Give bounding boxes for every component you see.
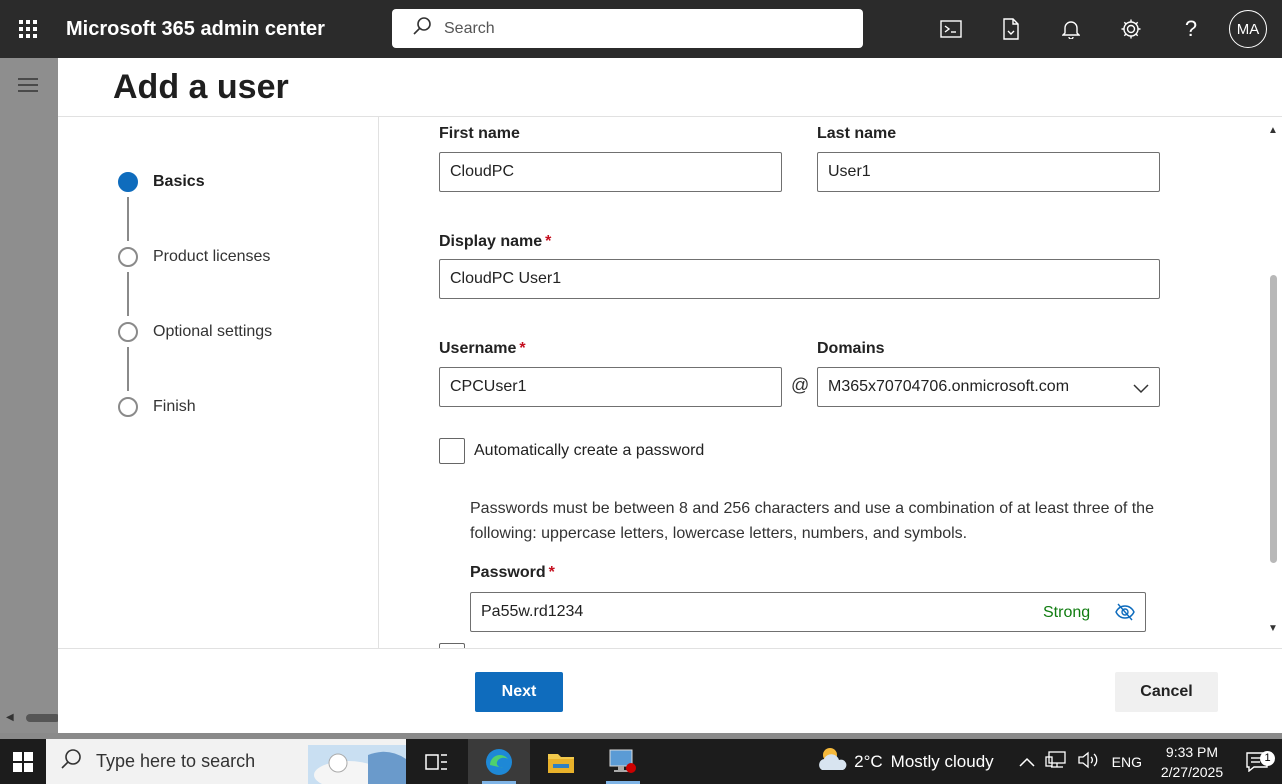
step-connector <box>127 272 129 316</box>
step-indicator <box>118 247 138 267</box>
search-input[interactable]: Search <box>444 20 495 38</box>
display-name-label: Display name * <box>439 233 551 251</box>
add-user-panel: Add a user Basics Product licenses Optio… <box>58 58 1282 733</box>
left-rail: ◀ <box>0 58 60 733</box>
help-icon[interactable]: ? <box>1161 0 1221 58</box>
step-connector <box>127 347 129 391</box>
top-header: Microsoft 365 admin center Search ? MA <box>0 0 1282 58</box>
wizard-steps: Basics Product licenses Optional setting… <box>58 117 379 648</box>
domains-label: Domains <box>817 340 885 357</box>
search-icon <box>60 748 82 775</box>
weather-condition[interactable]: Mostly cloudy <box>891 752 994 772</box>
at-symbol: @ <box>791 375 810 395</box>
username-field[interactable]: CPCUser1 <box>439 367 782 407</box>
display-name-field[interactable]: CloudPC User1 <box>439 259 1160 299</box>
panel-footer: Next Cancel <box>58 648 1282 733</box>
remote-desktop-icon[interactable] <box>592 739 654 784</box>
step-label: Optional settings <box>153 323 273 340</box>
edge-browser-icon[interactable] <box>468 739 530 784</box>
last-name-label: Last name <box>817 125 897 142</box>
app-launcher-icon[interactable] <box>0 0 56 58</box>
required-marker: * <box>548 564 555 581</box>
step-label: Finish <box>153 398 196 415</box>
step-indicator-active <box>118 172 138 192</box>
language-indicator[interactable]: ENG <box>1112 754 1142 770</box>
taskbar-search-input[interactable]: Type here to search <box>96 751 255 772</box>
taskbar-search[interactable]: Type here to search <box>46 739 406 784</box>
clock-date: 2/27/2025 <box>1160 763 1224 780</box>
step-indicator <box>118 397 138 417</box>
password-hint: Passwords must be between 8 and 256 char… <box>470 500 1154 542</box>
horizontal-scrollbar[interactable]: ◀ <box>6 712 60 724</box>
display-name-label-text: Display name <box>439 233 543 250</box>
auto-password-checkbox[interactable] <box>439 438 465 464</box>
password-label-text: Password <box>470 564 546 581</box>
scroll-down-icon[interactable]: ▼ <box>1268 623 1278 634</box>
password-strength: Strong <box>1043 604 1091 621</box>
last-name-field[interactable]: User1 <box>817 152 1160 192</box>
gear-icon[interactable] <box>1101 0 1161 58</box>
chevron-down-icon <box>1133 381 1149 399</box>
domains-dropdown[interactable]: M365x70704706.onmicrosoft.com <box>817 367 1160 407</box>
step-basics[interactable]: Basics <box>118 172 205 192</box>
hide-password-icon[interactable] <box>1115 603 1135 626</box>
chevron-up-icon[interactable] <box>1019 754 1035 770</box>
hamburger-menu-icon[interactable] <box>18 78 38 97</box>
cancel-button[interactable]: Cancel <box>1115 672 1218 712</box>
bell-icon[interactable] <box>1041 0 1101 58</box>
step-finish[interactable]: Finish <box>118 397 196 417</box>
search-box[interactable]: Search <box>392 9 863 48</box>
step-label: Product licenses <box>153 248 271 265</box>
auto-password-label[interactable]: Automatically create a password <box>474 442 704 460</box>
step-connector <box>127 197 129 241</box>
domains-selected-value: M365x70704706.onmicrosoft.com <box>828 378 1070 395</box>
search-icon <box>412 16 432 41</box>
volume-icon[interactable] <box>1077 751 1099 772</box>
password-value: Pa55w.rd1234 <box>481 603 584 620</box>
username-label-text: Username <box>439 340 517 357</box>
file-explorer-icon[interactable] <box>530 739 592 784</box>
clock-time: 9:33 PM <box>1165 743 1219 760</box>
system-clock[interactable]: 9:33 PM 2/27/2025 <box>1152 742 1232 782</box>
scroll-up-icon[interactable]: ▲ <box>1268 125 1278 136</box>
task-view-icon[interactable] <box>406 739 468 784</box>
windows-start-icon[interactable] <box>0 739 46 784</box>
scroll-thumb[interactable] <box>1270 275 1277 563</box>
app-title[interactable]: Microsoft 365 admin center <box>66 18 380 41</box>
step-label: Basics <box>153 173 205 190</box>
panel-header: Add a user <box>58 58 1282 117</box>
weather-temperature[interactable]: 2°C <box>854 752 883 772</box>
search-highlight-image <box>308 745 406 784</box>
password-label: Password * <box>470 564 555 582</box>
page-title: Add a user <box>113 68 289 106</box>
help-label: ? <box>1184 16 1198 41</box>
notification-center-icon[interactable]: 1 <box>1232 750 1282 772</box>
step-optional-settings[interactable]: Optional settings <box>118 322 272 342</box>
basics-form: First name CloudPC Last name User1 Displ… <box>380 117 1262 648</box>
required-marker: * <box>519 340 526 357</box>
avatar[interactable]: MA <box>1229 10 1267 48</box>
terminal-icon[interactable] <box>921 0 981 58</box>
network-icon[interactable] <box>1045 751 1067 772</box>
vertical-scrollbar[interactable]: ▲ ▼ <box>1264 117 1282 648</box>
next-button[interactable]: Next <box>475 672 563 712</box>
required-marker: * <box>545 233 552 250</box>
step-indicator <box>118 322 138 342</box>
document-icon[interactable] <box>981 0 1041 58</box>
first-name-field[interactable]: CloudPC <box>439 152 782 192</box>
step-product-licenses[interactable]: Product licenses <box>118 247 270 267</box>
username-label: Username * <box>439 340 526 358</box>
weather-icon[interactable] <box>816 744 850 779</box>
notification-badge: 1 <box>1260 750 1275 766</box>
scroll-left-icon[interactable]: ◀ <box>6 712 14 723</box>
first-name-label: First name <box>439 125 520 142</box>
windows-taskbar: Type here to search 2°C Mostly cloudy EN… <box>0 739 1282 784</box>
